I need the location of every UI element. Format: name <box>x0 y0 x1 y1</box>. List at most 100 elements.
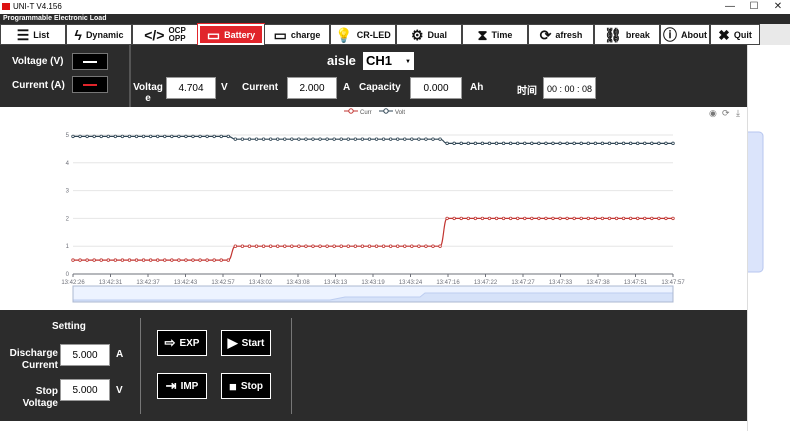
discharge-current-unit: A <box>116 349 124 360</box>
data-point <box>473 141 478 146</box>
x-tick-label: 13:47:38 <box>586 280 610 286</box>
download-icon[interactable]: ⤓ <box>736 108 740 118</box>
current-color-swatch[interactable] <box>72 76 108 93</box>
data-point <box>600 141 605 146</box>
legend-label[interactable]: Volt <box>395 110 405 116</box>
toolbar-list-button[interactable]: ☰ List <box>0 24 66 45</box>
toolbar-cr-led-button[interactable]: 💡 CR-LED <box>330 24 396 45</box>
legend-label[interactable]: Curr <box>360 110 372 116</box>
legend-marker[interactable] <box>348 108 354 114</box>
toolbar-dynamic-button[interactable]: ϟ Dynamic <box>66 24 132 45</box>
x-tick-label: 13:42:37 <box>136 280 160 286</box>
toolbar-quit-button[interactable]: ✖ Quit <box>710 24 760 45</box>
stop-button[interactable]: ■ Stop <box>221 373 271 399</box>
minimize-button[interactable]: — <box>718 0 742 14</box>
import-button[interactable]: ⇥ IMP <box>157 373 207 399</box>
toolbar-break-button[interactable]: ⛓ break <box>594 24 660 45</box>
data-point <box>424 244 428 248</box>
data-point <box>572 216 576 221</box>
data-point <box>410 137 414 141</box>
eye-icon[interactable]: ◉ <box>709 108 717 118</box>
toolbar-label: Battery <box>224 29 256 40</box>
data-point <box>247 244 252 248</box>
data-point <box>276 137 280 141</box>
toolbar-about-button[interactable]: ⓘ About <box>660 24 710 45</box>
vertical-datazoom-slider[interactable] <box>732 131 764 273</box>
refresh-icon[interactable]: ⟳ <box>722 108 730 118</box>
toolbar-battery-button[interactable]: ▭ Battery <box>197 23 265 46</box>
toolbar-label: afresh <box>555 29 583 40</box>
toolbar-charge-button[interactable]: ▭ charge <box>264 24 330 45</box>
data-point <box>184 134 188 139</box>
data-point <box>360 137 365 141</box>
right-gutter <box>732 45 790 431</box>
voltage-color-swatch[interactable] <box>72 53 108 70</box>
stop-voltage-input[interactable]: 5.000 <box>60 379 110 401</box>
data-point <box>156 134 160 139</box>
data-point <box>459 141 463 146</box>
data-point <box>374 244 379 248</box>
line-chart: Curr Volt ◉ ⟳ ⤓ 0 1 2 3 4 5 13:42:26 13:42:31 13:42:3… <box>61 108 740 303</box>
data-point <box>99 134 103 139</box>
legend-marker[interactable] <box>383 108 389 114</box>
data-point <box>219 134 223 139</box>
channel-select[interactable]: CH1 ▼ <box>363 52 414 70</box>
data-point <box>78 258 82 262</box>
x-tick-label: 13:47:33 <box>549 280 573 286</box>
bulb-icon: 💡 <box>335 26 353 43</box>
window-title: UNI-T V4.156 <box>13 2 62 11</box>
data-point <box>141 134 146 139</box>
data-point <box>268 244 273 248</box>
toolbar-ocp-opp-button[interactable]: </> OCP OPP <box>132 24 198 45</box>
toolbar-time-button[interactable]: ⧗ Time <box>462 24 528 45</box>
data-point <box>141 258 146 262</box>
battery-icon: ▭ <box>206 26 221 43</box>
maximize-button[interactable]: ☐ <box>742 0 766 14</box>
setting-divider <box>140 318 141 414</box>
x-tick-label: 13:43:13 <box>324 280 348 286</box>
data-point <box>403 244 407 248</box>
toolbar-afresh-button[interactable]: ⟳ afresh <box>528 24 594 45</box>
data-point <box>494 216 499 221</box>
data-point <box>198 258 202 262</box>
data-point <box>600 216 605 221</box>
data-point <box>621 216 626 221</box>
data-point <box>551 141 555 146</box>
data-point <box>579 141 583 146</box>
toolbar-label: CR-LED <box>356 29 391 40</box>
data-point <box>297 244 301 248</box>
data-point <box>530 216 534 221</box>
battery-charge-icon: ▭ <box>273 26 287 43</box>
data-point <box>205 258 209 262</box>
data-point <box>671 216 675 221</box>
data-point <box>99 258 103 262</box>
status-panel: Voltage (V) Current (A) aisle CH1 ▼ Volta… <box>0 45 747 107</box>
close-button[interactable]: ✕ <box>766 0 790 14</box>
data-point <box>353 137 358 141</box>
current-unit: A <box>343 82 351 93</box>
data-point <box>85 134 89 139</box>
data-point <box>459 216 463 221</box>
discharge-current-input[interactable]: 5.000 <box>60 344 110 366</box>
data-point <box>240 244 245 248</box>
data-point <box>480 141 485 146</box>
export-button[interactable]: ⇨ EXP <box>157 330 207 356</box>
data-point <box>311 137 315 141</box>
data-point <box>332 244 336 248</box>
footer-strip <box>0 421 747 431</box>
y-tick-label: 5 <box>66 133 70 139</box>
data-point <box>71 258 75 262</box>
start-button[interactable]: ▶ Start <box>221 330 271 356</box>
data-point <box>276 244 280 248</box>
series-line-volt <box>73 135 673 144</box>
data-point <box>381 244 386 248</box>
datazoom-selection[interactable] <box>72 285 674 303</box>
data-point <box>134 258 139 262</box>
x-tick-label: 13:43:19 <box>361 280 385 286</box>
data-point <box>558 141 562 146</box>
list-icon: ☰ <box>16 26 30 43</box>
x-tick-label: 13:42:43 <box>174 280 198 286</box>
data-point <box>191 258 195 262</box>
toolbar-label: break <box>625 29 650 40</box>
toolbar-dual-button[interactable]: ⚙ Dual <box>396 24 462 45</box>
